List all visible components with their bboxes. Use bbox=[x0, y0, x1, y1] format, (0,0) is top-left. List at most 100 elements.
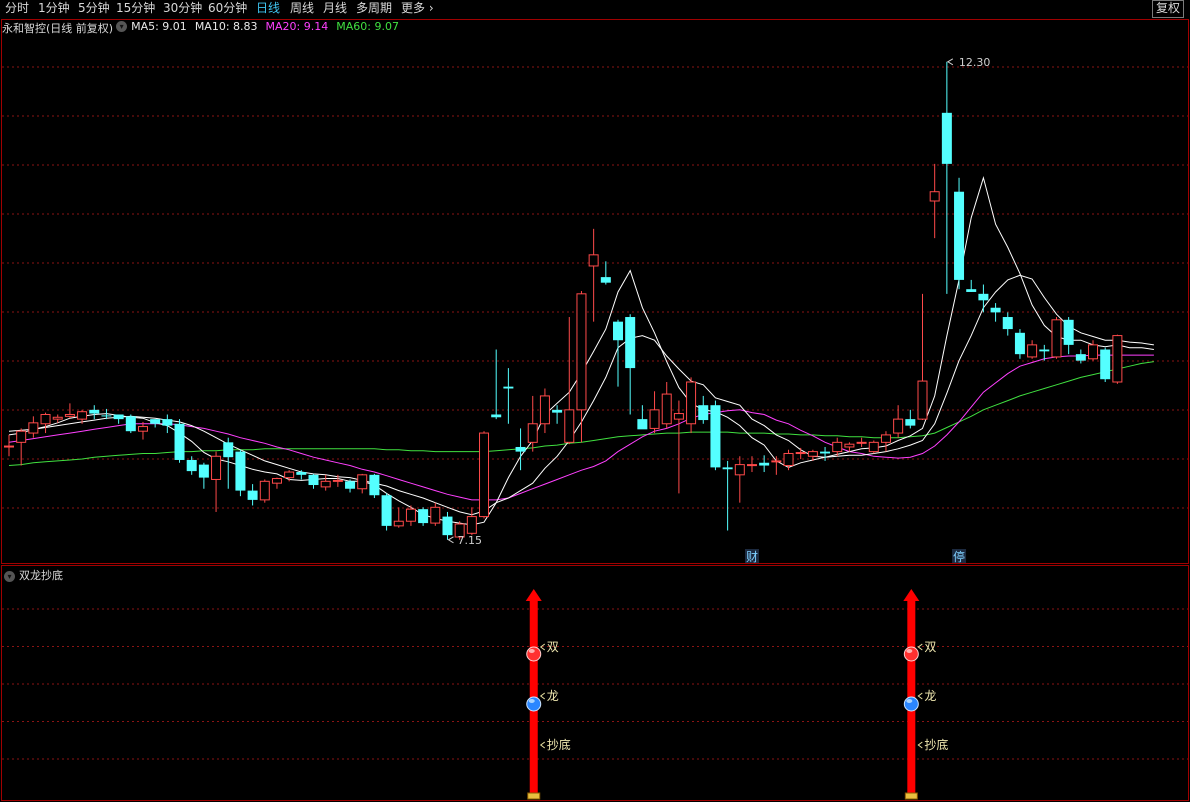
candle-body bbox=[868, 441, 879, 453]
label-pointer bbox=[917, 741, 923, 749]
candle-body bbox=[954, 191, 965, 280]
candle-body bbox=[491, 414, 502, 418]
low-arrow bbox=[447, 536, 454, 544]
candle-body bbox=[211, 455, 222, 480]
candle-body bbox=[4, 445, 14, 448]
candle-body bbox=[637, 419, 648, 430]
candle-body bbox=[64, 413, 75, 417]
candle-body bbox=[381, 495, 392, 526]
label-pointer bbox=[539, 741, 546, 749]
candle-body bbox=[442, 516, 453, 536]
candle-body bbox=[978, 293, 989, 301]
candlestick-chart: 12.30 7.15 财 停双龙抄底 双龙抄底 bbox=[2, 56, 1188, 800]
candle-body bbox=[113, 414, 124, 420]
candle-body bbox=[198, 464, 209, 478]
label-pointer bbox=[539, 692, 546, 700]
candle-body bbox=[284, 471, 295, 479]
candle-body bbox=[844, 443, 855, 448]
candle-body bbox=[917, 380, 928, 420]
red-ball-icon bbox=[528, 649, 535, 653]
candle-body bbox=[357, 474, 368, 490]
signal-label: 龙 bbox=[924, 689, 936, 703]
candle-body bbox=[673, 413, 684, 420]
blue-ball-icon bbox=[906, 699, 913, 703]
high-price-label: 12.30 bbox=[959, 56, 991, 69]
candle-body bbox=[259, 480, 270, 501]
candle-body bbox=[880, 434, 891, 443]
blue-ball-icon bbox=[903, 696, 919, 712]
candle-body bbox=[162, 419, 173, 426]
candle-body bbox=[137, 426, 148, 432]
red-ball-icon bbox=[906, 649, 913, 653]
candle-body bbox=[564, 409, 575, 443]
red-ball-icon bbox=[526, 646, 542, 662]
candle-body bbox=[369, 474, 380, 496]
candle-body bbox=[686, 381, 697, 425]
candle-body bbox=[308, 474, 319, 486]
candle-body bbox=[223, 442, 234, 458]
signal-arrow-head bbox=[903, 589, 920, 601]
label-pointer bbox=[917, 643, 923, 651]
candle-body bbox=[613, 321, 623, 341]
candle-body bbox=[1014, 332, 1025, 355]
candle-body bbox=[418, 509, 429, 524]
candle-body bbox=[625, 317, 636, 369]
candle-body bbox=[296, 472, 307, 475]
candle-body bbox=[966, 289, 977, 292]
candle-body bbox=[1051, 319, 1062, 358]
signal-label: 龙 bbox=[547, 689, 559, 703]
candle-body bbox=[332, 479, 343, 482]
candle-body bbox=[174, 423, 185, 460]
blue-ball-icon bbox=[528, 699, 535, 703]
candle-body bbox=[795, 452, 806, 455]
candle-body bbox=[235, 451, 246, 491]
candle-body bbox=[698, 405, 709, 421]
label-pointer bbox=[917, 692, 923, 700]
signal-base bbox=[527, 792, 541, 800]
candle-body bbox=[89, 409, 100, 414]
candle-body bbox=[1075, 354, 1086, 361]
candle-body bbox=[746, 464, 757, 467]
candle-body bbox=[101, 415, 112, 417]
candle-body bbox=[783, 452, 794, 467]
candle-body bbox=[28, 422, 39, 434]
candle-body bbox=[929, 191, 940, 202]
signal-label: 抄底 bbox=[547, 737, 571, 752]
candle-body bbox=[759, 462, 770, 466]
candle-body bbox=[600, 277, 611, 283]
candle-body bbox=[466, 516, 477, 534]
candle-body bbox=[345, 481, 356, 489]
candle-body bbox=[515, 446, 526, 452]
candle-body bbox=[40, 413, 51, 425]
candle-body bbox=[527, 423, 538, 443]
candle-body bbox=[1112, 335, 1123, 383]
candle-body bbox=[576, 293, 587, 411]
signal-arrow-head bbox=[525, 589, 542, 601]
candle-body bbox=[16, 430, 27, 443]
candle-body bbox=[649, 409, 660, 429]
red-ball-icon bbox=[903, 646, 919, 662]
candle-body bbox=[710, 405, 721, 468]
candle-body bbox=[893, 418, 904, 434]
candle-body bbox=[393, 520, 404, 527]
event-marker: 财 bbox=[746, 550, 758, 564]
candle-body bbox=[150, 419, 161, 424]
candle-body bbox=[1039, 349, 1050, 352]
candle-body bbox=[430, 506, 441, 524]
candle-body bbox=[125, 416, 136, 432]
candle-body bbox=[1088, 344, 1099, 360]
candle-body bbox=[771, 460, 782, 463]
candle-body bbox=[479, 432, 490, 518]
candle-body bbox=[320, 480, 331, 488]
signal-label: 抄底 bbox=[924, 737, 948, 752]
candle-body bbox=[503, 386, 514, 389]
candle-body bbox=[722, 467, 733, 470]
signal-base bbox=[904, 792, 918, 800]
candle-body bbox=[1027, 344, 1038, 358]
candle-body bbox=[734, 464, 745, 476]
candle-body bbox=[405, 508, 416, 522]
candle-body bbox=[588, 254, 599, 267]
candle-body bbox=[186, 459, 197, 472]
low-price-label: 7.15 bbox=[457, 534, 482, 547]
candle-body bbox=[820, 451, 831, 454]
